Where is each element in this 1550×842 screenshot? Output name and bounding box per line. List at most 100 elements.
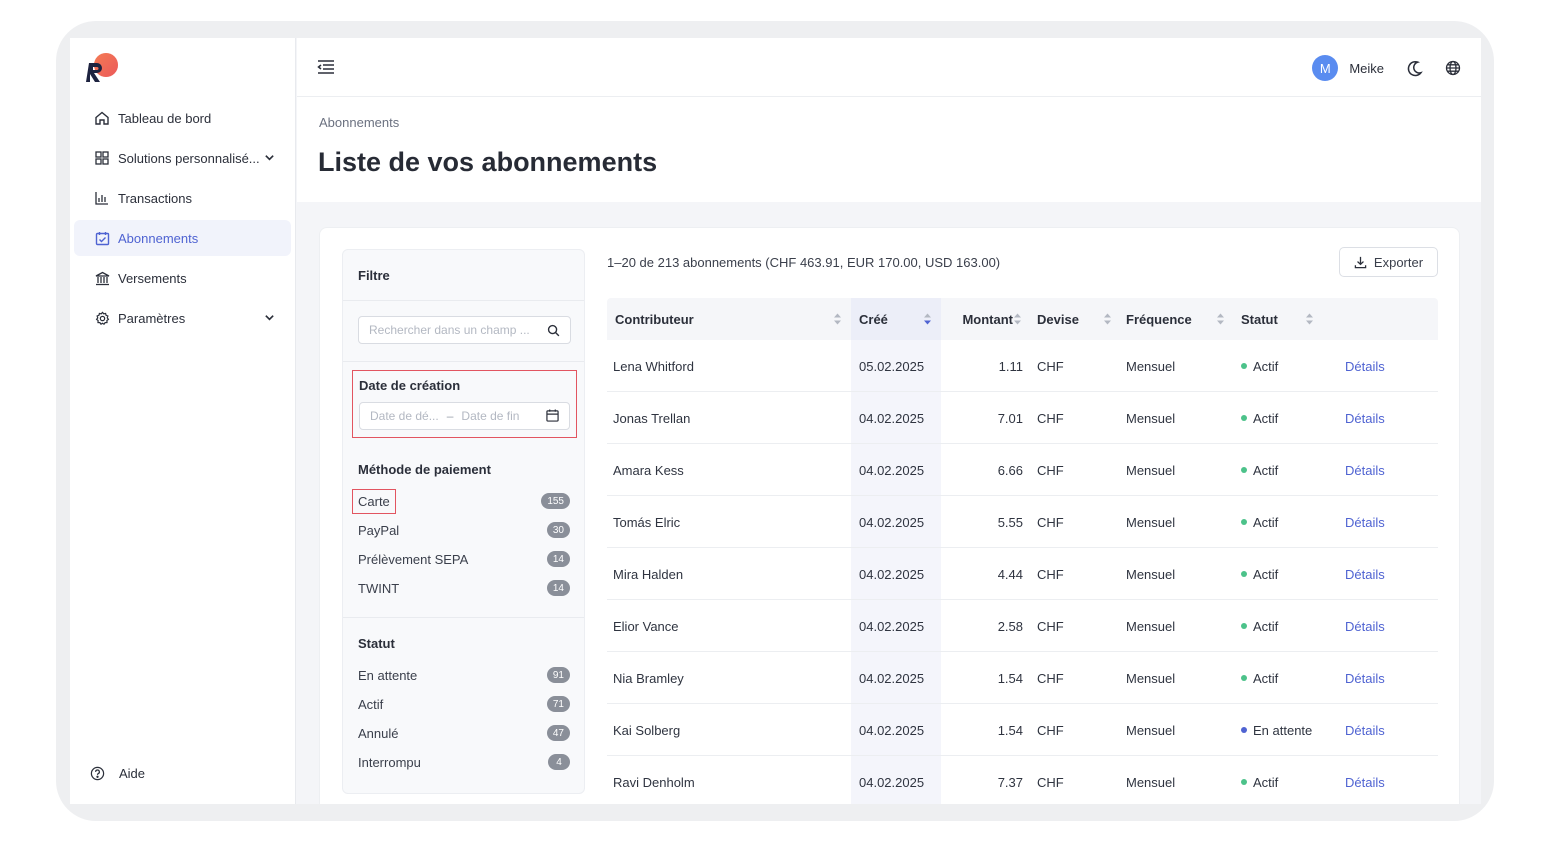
sidebar-item-payouts[interactable]: Versements — [74, 260, 291, 296]
table-row[interactable]: Kai Solberg 04.02.2025 1.54 CHF Mensuel En at… — [607, 704, 1438, 756]
filter-panel: Filtre Rechercher dans un champ ... Date… — [342, 249, 585, 794]
breadcrumb[interactable]: Abonnements — [319, 115, 399, 130]
calendar-icon[interactable] — [546, 409, 559, 425]
start-date-placeholder[interactable]: Date de dé... — [370, 409, 439, 423]
amount-cell: 4.44 — [997, 566, 1023, 582]
table-row[interactable]: Mira Halden 04.02.2025 4.44 CHF Mensuel Actif… — [607, 548, 1438, 600]
frequency-cell: Mensuel — [1126, 566, 1176, 582]
date-range-picker[interactable]: Date de dé... – Date de fin — [359, 402, 570, 430]
page-header: Abonnements Liste de vos abonnements — [297, 97, 1481, 202]
payment-option-sepa[interactable]: Prélèvement SEPA 14 — [358, 549, 570, 569]
details-link[interactable]: Détails — [1345, 704, 1425, 756]
table-row[interactable]: Amara Kess 04.02.2025 6.66 CHF Mensuel Actif D… — [607, 444, 1438, 496]
status-option-pending[interactable]: En attente 91 — [358, 665, 570, 685]
column-header-contributor[interactable]: Contributeur — [607, 298, 851, 340]
sort-icon — [834, 313, 841, 325]
count-badge: 47 — [546, 725, 570, 741]
sidebar-item-label: Abonnements — [118, 230, 199, 246]
filter-title: Filtre — [358, 268, 390, 283]
export-button[interactable]: Exporter — [1339, 247, 1438, 277]
status-option-active[interactable]: Actif 71 — [358, 694, 570, 714]
details-link[interactable]: Détails — [1345, 340, 1425, 392]
details-link[interactable]: Détails — [1345, 548, 1425, 600]
chevron-down-icon — [264, 151, 275, 166]
app-logo[interactable] — [86, 52, 120, 84]
sidebar-item-transactions[interactable]: Transactions — [74, 180, 291, 216]
frequency-cell: Mensuel — [1126, 410, 1176, 426]
status-cell: Actif — [1241, 340, 1341, 392]
sidebar-item-dashboard[interactable]: Tableau de bord — [74, 100, 291, 136]
option-label: Interrompu — [358, 754, 421, 770]
contributor-cell: Tomás Elric — [613, 514, 681, 530]
status-option-interrupted[interactable]: Interrompu 4 — [358, 752, 570, 772]
status-option-cancelled[interactable]: Annulé 47 — [358, 723, 570, 743]
column-header-amount[interactable]: Montant — [941, 298, 1029, 340]
grid-icon — [93, 149, 111, 167]
column-header-status[interactable]: Statut — [1233, 298, 1323, 340]
created-cell: 05.02.2025 — [859, 358, 925, 374]
currency-cell: CHF — [1037, 358, 1064, 374]
table-row[interactable]: Elior Vance 04.02.2025 2.58 CHF Mensuel Actif… — [607, 600, 1438, 652]
status-label: Actif — [1253, 462, 1279, 478]
username[interactable]: Meike — [1349, 61, 1384, 76]
calendar-check-icon — [93, 229, 111, 247]
sidebar-item-label: Solutions personnalisé... — [118, 150, 260, 166]
option-label: Prélèvement SEPA — [358, 551, 469, 567]
dark-mode-icon[interactable] — [1406, 60, 1423, 77]
details-link[interactable]: Détails — [1345, 756, 1425, 804]
count-badge: 14 — [546, 580, 570, 596]
sidebar-item-custom-solutions[interactable]: Solutions personnalisé... — [74, 140, 291, 176]
payment-option-twint[interactable]: TWINT 14 — [358, 578, 570, 598]
home-icon — [93, 109, 111, 127]
table-row[interactable]: Tomás Elric 04.02.2025 5.55 CHF Mensuel Actif… — [607, 496, 1438, 548]
search-icon — [547, 324, 560, 340]
details-link[interactable]: Détails — [1345, 392, 1425, 444]
gear-icon — [93, 309, 111, 327]
menu-collapse-icon[interactable] — [317, 58, 335, 81]
option-label: PayPal — [358, 522, 400, 538]
table-row[interactable]: Ravi Denholm 04.02.2025 7.37 CHF Mensuel Acti… — [607, 756, 1438, 804]
status-dot — [1241, 467, 1247, 473]
status-label: En attente — [1253, 722, 1313, 738]
status-cell: Actif — [1241, 600, 1341, 652]
table-row[interactable]: Nia Bramley 04.02.2025 1.54 CHF Mensuel Actif… — [607, 652, 1438, 704]
status-dot — [1241, 363, 1247, 369]
contributor-cell: Elior Vance — [613, 618, 679, 634]
payment-option-paypal[interactable]: PayPal 30 — [358, 520, 570, 540]
created-cell: 04.02.2025 — [859, 670, 925, 686]
language-globe-icon[interactable] — [1445, 60, 1461, 76]
page-title: Liste de vos abonnements — [318, 147, 658, 177]
currency-cell: CHF — [1037, 774, 1064, 790]
end-date-placeholder[interactable]: Date de fin — [461, 409, 519, 423]
search-input[interactable]: Rechercher dans un champ ... — [358, 316, 571, 344]
column-header-currency[interactable]: Devise — [1029, 298, 1119, 340]
subscriptions-table: Contributeur Créé Montant Devise Fréquen… — [607, 298, 1438, 804]
column-header-created[interactable]: Créé — [851, 298, 941, 340]
details-link[interactable]: Détails — [1345, 600, 1425, 652]
sidebar-item-settings[interactable]: Paramètres — [74, 300, 291, 336]
table-row[interactable]: Jonas Trellan 04.02.2025 7.01 CHF Mensuel Act… — [607, 392, 1438, 444]
app-window: Tableau de bord Solutions personnalisé..… — [70, 38, 1481, 804]
bank-icon — [93, 269, 111, 287]
status-dot — [1241, 519, 1247, 525]
created-cell: 04.02.2025 — [859, 774, 925, 790]
contributor-cell: Jonas Trellan — [613, 410, 691, 426]
details-link[interactable]: Détails — [1345, 444, 1425, 496]
status-dot — [1241, 415, 1247, 421]
help-circle-icon — [90, 766, 105, 781]
payment-option-card[interactable]: Carte 155 — [352, 488, 570, 514]
sidebar-item-label: Tableau de bord — [118, 110, 212, 126]
date-filter-label: Date de création — [359, 378, 461, 393]
amount-cell: 2.58 — [997, 618, 1023, 634]
status-label: Actif — [1253, 618, 1279, 634]
avatar[interactable]: M — [1312, 55, 1339, 81]
count-badge: 91 — [546, 667, 570, 683]
details-link[interactable]: Détails — [1345, 496, 1425, 548]
payment-method-title: Méthode de paiement — [358, 462, 491, 477]
table-row[interactable]: Lena Whitford 05.02.2025 1.11 CHF Mensuel Act… — [607, 340, 1438, 392]
column-header-frequency[interactable]: Fréquence — [1119, 298, 1233, 340]
frequency-cell: Mensuel — [1126, 670, 1176, 686]
help-link[interactable]: Aide — [90, 766, 145, 781]
sidebar-item-subscriptions[interactable]: Abonnements — [74, 220, 291, 256]
details-link[interactable]: Détails — [1345, 652, 1425, 704]
